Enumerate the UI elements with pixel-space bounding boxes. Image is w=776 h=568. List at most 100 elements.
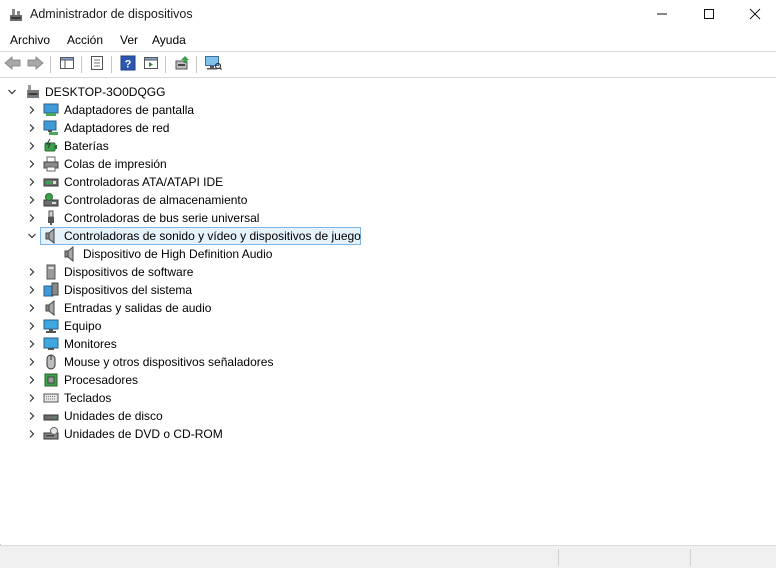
tree-item-batteries[interactable]: Baterías xyxy=(0,137,776,155)
tree-item-label: Equipo xyxy=(64,319,102,333)
menu-ver[interactable]: Ver xyxy=(120,33,138,47)
tree-item-label: Procesadores xyxy=(64,373,139,387)
show-hide-tree-button[interactable] xyxy=(57,54,77,74)
tree-item-label: Baterías xyxy=(64,139,109,153)
minimize-icon xyxy=(656,8,668,23)
computer-icon xyxy=(25,84,41,100)
toolbar-separator xyxy=(50,56,51,73)
title-bar: Administrador de dispositivos xyxy=(0,0,776,30)
expand-chevron-icon[interactable] xyxy=(26,120,38,136)
tree-item-dvd-drives[interactable]: Unidades de DVD o CD-ROM xyxy=(0,425,776,443)
expand-chevron-icon[interactable] xyxy=(26,264,38,280)
tree-item-label: Monitores xyxy=(64,337,117,351)
update-driver-button[interactable] xyxy=(172,54,192,74)
collapse-chevron-icon[interactable] xyxy=(6,84,18,100)
expand-chevron-icon[interactable] xyxy=(26,318,38,334)
properties-icon xyxy=(89,55,105,74)
tree-item-label: Controladoras de bus serie universal xyxy=(64,211,260,225)
tree-item-sound-video-game-controllers[interactable]: Controladoras de sonido y vídeo y dispos… xyxy=(0,227,776,245)
expand-chevron-icon[interactable] xyxy=(26,138,38,154)
tree-item-label: Adaptadores de pantalla xyxy=(64,103,195,117)
tree-item-label: Colas de impresión xyxy=(64,157,167,171)
expand-chevron-icon[interactable] xyxy=(26,354,38,370)
toolbar: ? xyxy=(0,52,776,77)
tree-item-monitors[interactable]: Monitores xyxy=(0,335,776,353)
tree-item-display-adapters[interactable]: Adaptadores de pantalla xyxy=(0,101,776,119)
tree-child-hd-audio-device[interactable]: Dispositivo de High Definition Audio xyxy=(0,245,776,263)
tree-item-keyboards[interactable]: Teclados xyxy=(0,389,776,407)
menu-archivo[interactable]: Archivo xyxy=(10,33,50,47)
minimize-button[interactable] xyxy=(639,0,685,30)
update-driver-icon xyxy=(174,55,190,74)
computer-icon xyxy=(43,318,59,334)
tree-item-label: Teclados xyxy=(64,391,112,405)
expand-chevron-icon[interactable] xyxy=(26,390,38,406)
help-icon: ? xyxy=(120,55,136,74)
device-tree: DESKTOP-3O0DQGG Adaptadores de pantalla … xyxy=(0,78,776,544)
tree-item-label: Unidades de DVD o CD-ROM xyxy=(64,427,223,441)
menu-accion[interactable]: Acción xyxy=(67,33,103,47)
display-adapter-icon xyxy=(43,102,59,118)
processor-icon xyxy=(43,372,59,388)
network-adapter-icon xyxy=(43,120,59,136)
view-button[interactable] xyxy=(141,54,161,74)
expand-chevron-icon[interactable] xyxy=(26,336,38,352)
tree-item-software-devices[interactable]: Dispositivos de software xyxy=(0,263,776,281)
tree-item-label: Dispositivos de software xyxy=(64,265,194,279)
menu-ayuda[interactable]: Ayuda xyxy=(152,33,186,47)
maximize-icon xyxy=(703,8,715,23)
forward-button[interactable] xyxy=(25,54,45,74)
tree-item-audio-inputs-outputs[interactable]: Entradas y salidas de audio xyxy=(0,299,776,317)
expand-chevron-icon[interactable] xyxy=(26,102,38,118)
tree-item-ide-controllers[interactable]: Controladoras ATA/ATAPI IDE xyxy=(0,173,776,191)
tree-item-usb-controllers[interactable]: Controladoras de bus serie universal xyxy=(0,209,776,227)
tree-item-processors[interactable]: Procesadores xyxy=(0,371,776,389)
toolbar-separator xyxy=(111,56,112,73)
expand-chevron-icon[interactable] xyxy=(26,210,38,226)
tree-item-system-devices[interactable]: Dispositivos del sistema xyxy=(0,281,776,299)
keyboard-icon xyxy=(43,390,59,406)
window-title: Administrador de dispositivos xyxy=(30,7,193,21)
expand-chevron-icon[interactable] xyxy=(26,156,38,172)
tree-item-disk-drives[interactable]: Unidades de disco xyxy=(0,407,776,425)
close-icon xyxy=(749,8,761,23)
expand-chevron-icon[interactable] xyxy=(26,174,38,190)
tree-item-label: Controladoras ATA/ATAPI IDE xyxy=(64,175,224,189)
scan-hardware-icon xyxy=(204,55,222,74)
expand-chevron-icon[interactable] xyxy=(26,192,38,208)
close-button[interactable] xyxy=(732,0,776,30)
tree-item-print-queues[interactable]: Colas de impresión xyxy=(0,155,776,173)
tree-item-label: Unidades de disco xyxy=(64,409,163,423)
help-button[interactable]: ? xyxy=(118,54,138,74)
expand-chevron-icon[interactable] xyxy=(26,300,38,316)
software-device-icon xyxy=(43,264,59,280)
storage-controller-icon xyxy=(43,192,59,208)
audio-io-icon xyxy=(43,299,59,317)
expand-chevron-icon[interactable] xyxy=(26,372,38,388)
status-pane-divider xyxy=(558,549,559,566)
tree-item-label: Dispositivos del sistema xyxy=(64,283,193,297)
collapse-chevron-icon[interactable] xyxy=(26,228,38,244)
toolbar-separator xyxy=(196,56,197,73)
tree-item-computer[interactable]: Equipo xyxy=(0,317,776,335)
tree-root-row[interactable]: DESKTOP-3O0DQGG xyxy=(0,83,776,101)
status-pane-divider xyxy=(690,549,691,566)
scan-hardware-button[interactable] xyxy=(203,54,223,74)
disk-drive-icon xyxy=(43,408,59,424)
tree-item-mice[interactable]: Mouse y otros dispositivos señaladores xyxy=(0,353,776,371)
usb-icon xyxy=(43,210,59,226)
toolbar-separator xyxy=(165,56,166,73)
mouse-icon xyxy=(43,354,59,370)
forward-arrow-icon xyxy=(26,55,44,73)
back-button[interactable] xyxy=(3,54,23,74)
tree-item-label: Mouse y otros dispositivos señaladores xyxy=(64,355,274,369)
expand-chevron-icon[interactable] xyxy=(26,426,38,442)
properties-button[interactable] xyxy=(87,54,107,74)
tree-item-storage-controllers[interactable]: Controladoras de almacenamiento xyxy=(0,191,776,209)
maximize-button[interactable] xyxy=(686,0,732,30)
expand-chevron-icon[interactable] xyxy=(26,282,38,298)
menu-bar: Archivo Acción Ver Ayuda xyxy=(0,30,776,51)
expand-chevron-icon[interactable] xyxy=(26,408,38,424)
tree-item-network-adapters[interactable]: Adaptadores de red xyxy=(0,119,776,137)
tree-root-label: DESKTOP-3O0DQGG xyxy=(45,85,166,99)
